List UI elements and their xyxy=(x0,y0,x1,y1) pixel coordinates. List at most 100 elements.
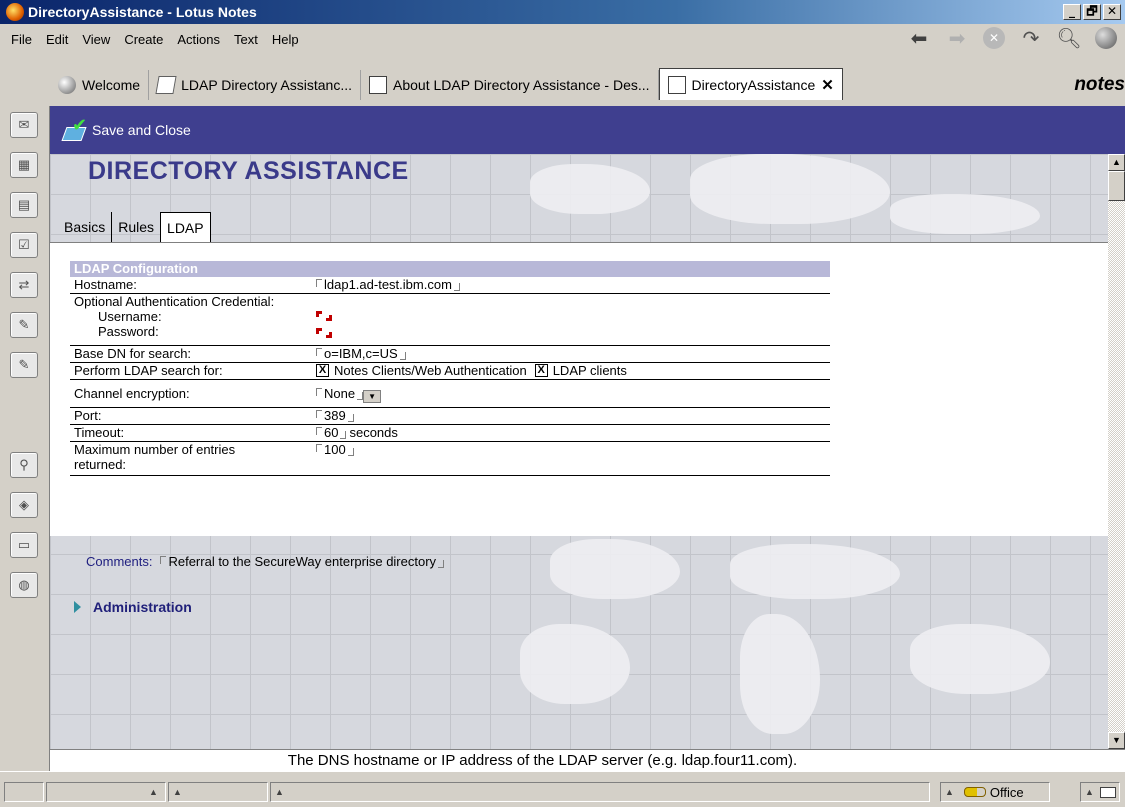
vertical-scrollbar[interactable]: ▲ ▼ xyxy=(1108,154,1125,749)
menu-create[interactable]: Create xyxy=(117,30,170,49)
base-dn-label: Base DN for search: xyxy=(74,346,192,361)
tab-ldap[interactable]: LDAP xyxy=(160,212,211,243)
lotus-notes-app-icon[interactable] xyxy=(6,3,24,21)
notes-clients-checkbox[interactable]: X xyxy=(316,364,329,377)
restore-button[interactable]: 🗗 xyxy=(1083,4,1101,20)
databases-icon[interactable]: ⚲ xyxy=(10,452,38,478)
username-field[interactable] xyxy=(316,311,332,328)
menu-help[interactable]: Help xyxy=(265,30,306,49)
hostname-field[interactable]: ldap1.ad-test.ibm.com xyxy=(316,277,830,293)
field-marker-left xyxy=(316,328,322,334)
status-message-area[interactable]: ▲ xyxy=(270,782,930,802)
action-bar: Save and Close xyxy=(50,106,1125,154)
tab-welcome[interactable]: Welcome xyxy=(50,70,150,100)
ldap-search-options: X Notes Clients/Web Authentication X LDA… xyxy=(316,363,830,379)
field-marker-right xyxy=(399,352,406,360)
menu-text[interactable]: Text xyxy=(227,30,265,49)
todo-icon[interactable]: ☑ xyxy=(10,232,38,258)
map-landmass xyxy=(890,194,1040,234)
inbox-icon[interactable] xyxy=(1099,786,1116,798)
title-bar: DirectoryAssistance - Lotus Notes _ 🗗 ✕ xyxy=(0,0,1125,24)
tab-rules[interactable]: Rules xyxy=(111,212,160,242)
status-cell[interactable]: ▲ xyxy=(46,782,166,802)
caret-up-icon[interactable]: ▲ xyxy=(149,787,158,797)
search-icon[interactable]: 🔍︎ xyxy=(1056,26,1081,50)
base-dn-field[interactable]: o=IBM,c=US xyxy=(316,346,830,362)
max-entries-row: Maximum number of entries returned: 100 xyxy=(70,442,830,476)
minimize-button[interactable]: _ xyxy=(1063,4,1081,20)
save-and-close-button[interactable]: Save and Close xyxy=(92,122,191,138)
tab-ldap-directory-assistance[interactable]: LDAP Directory Assistanc... xyxy=(149,70,362,100)
comments-field[interactable]: Referral to the SecureWay enterprise dir… xyxy=(168,554,436,569)
expand-triangle-icon[interactable] xyxy=(74,601,81,613)
hostname-value[interactable]: ldap1.ad-test.ibm.com xyxy=(324,277,452,292)
status-cell[interactable]: ▲ xyxy=(168,782,268,802)
base-dn-value[interactable]: o=IBM,c=US xyxy=(324,346,398,361)
scrollbar-thumb[interactable] xyxy=(1108,171,1125,201)
channel-encryption-select[interactable]: None ▼ xyxy=(316,386,830,407)
auth-credential-row: Optional Authentication Credential: User… xyxy=(70,294,830,346)
timeout-value[interactable]: 60 xyxy=(324,425,338,440)
mail-icon[interactable]: ✉ xyxy=(10,112,38,138)
scroll-down-arrow-icon[interactable]: ▼ xyxy=(1108,732,1125,749)
timeout-field[interactable]: 60 seconds xyxy=(316,425,830,441)
timeout-unit: seconds xyxy=(349,425,398,440)
caret-up-icon[interactable]: ▲ xyxy=(1085,787,1094,797)
chevron-down-icon[interactable]: ▼ xyxy=(363,390,382,403)
ldap-search-row: Perform LDAP search for: X Notes Clients… xyxy=(70,363,830,380)
menu-edit[interactable]: Edit xyxy=(39,30,75,49)
tab-basics[interactable]: Basics xyxy=(58,212,111,242)
tab-directory-assistance[interactable]: DirectoryAssistance ✕ xyxy=(658,68,843,100)
tab-about-ldap[interactable]: About LDAP Directory Assistance - Des... xyxy=(361,70,659,100)
close-tab-icon[interactable]: ✕ xyxy=(821,76,834,94)
port-value[interactable]: 389 xyxy=(324,408,346,423)
caret-up-icon[interactable]: ▲ xyxy=(275,787,284,797)
field-marker-left xyxy=(316,427,322,435)
internet-icon[interactable]: ◍ xyxy=(10,572,38,598)
password-label: Password: xyxy=(98,324,159,339)
password-field[interactable] xyxy=(316,328,332,345)
caret-up-icon[interactable]: ▲ xyxy=(945,787,954,797)
field-marker-left xyxy=(160,556,167,564)
channel-encryption-value[interactable]: None xyxy=(324,386,355,401)
map-landmass xyxy=(910,624,1050,694)
status-cell[interactable] xyxy=(4,782,44,802)
base-dn-row: Base DN for search: o=IBM,c=US xyxy=(70,346,830,363)
favorites-icon[interactable]: ◈ xyxy=(10,492,38,518)
ldap-configuration-table: LDAP Configuration Hostname: ldap1.ad-te… xyxy=(70,261,830,476)
refresh-icon[interactable]: ↷ xyxy=(1019,26,1043,50)
status-bar: ▲ ▲ ▲ ▲ Office ▲ xyxy=(0,771,1125,807)
mail-status[interactable]: ▲ xyxy=(1080,782,1120,802)
administration-section[interactable]: Administration xyxy=(74,599,192,615)
folder-icon[interactable]: ▭ xyxy=(10,532,38,558)
caret-up-icon[interactable]: ▲ xyxy=(173,787,182,797)
replicator-icon[interactable]: ⇄ xyxy=(10,272,38,298)
field-marker-right xyxy=(326,332,332,338)
ldap-search-label: Perform LDAP search for: xyxy=(74,363,223,378)
contacts-icon[interactable]: ▤ xyxy=(10,192,38,218)
bookmark-icon[interactable]: ✎ xyxy=(10,312,38,338)
location-selector[interactable]: ▲ Office xyxy=(940,782,1050,802)
max-entries-field[interactable]: 100 xyxy=(316,442,830,475)
ldap-clients-label: LDAP clients xyxy=(552,363,627,378)
globe-icon[interactable] xyxy=(1095,27,1117,49)
tools-icon[interactable]: ✎ xyxy=(10,352,38,378)
close-button[interactable]: ✕ xyxy=(1103,4,1121,20)
key-icon[interactable] xyxy=(963,787,986,797)
tab-label: DirectoryAssistance xyxy=(691,76,816,93)
forward-arrow-icon[interactable]: ➡ xyxy=(945,26,969,50)
save-and-close-icon[interactable] xyxy=(62,115,88,141)
back-arrow-icon[interactable]: ⬅ xyxy=(907,26,931,50)
menu-file[interactable]: File xyxy=(4,30,39,49)
menu-actions[interactable]: Actions xyxy=(170,30,227,49)
stop-icon[interactable]: ✕ xyxy=(983,27,1005,49)
scroll-up-arrow-icon[interactable]: ▲ xyxy=(1108,154,1125,171)
menu-view[interactable]: View xyxy=(75,30,117,49)
calendar-icon[interactable]: ▦ xyxy=(10,152,38,178)
max-entries-value[interactable]: 100 xyxy=(324,442,346,457)
ldap-clients-checkbox[interactable]: X xyxy=(534,364,548,377)
location-label[interactable]: Office xyxy=(990,785,1024,800)
port-field[interactable]: 389 xyxy=(316,408,830,424)
document-icon xyxy=(369,76,388,94)
administration-label[interactable]: Administration xyxy=(93,599,192,615)
